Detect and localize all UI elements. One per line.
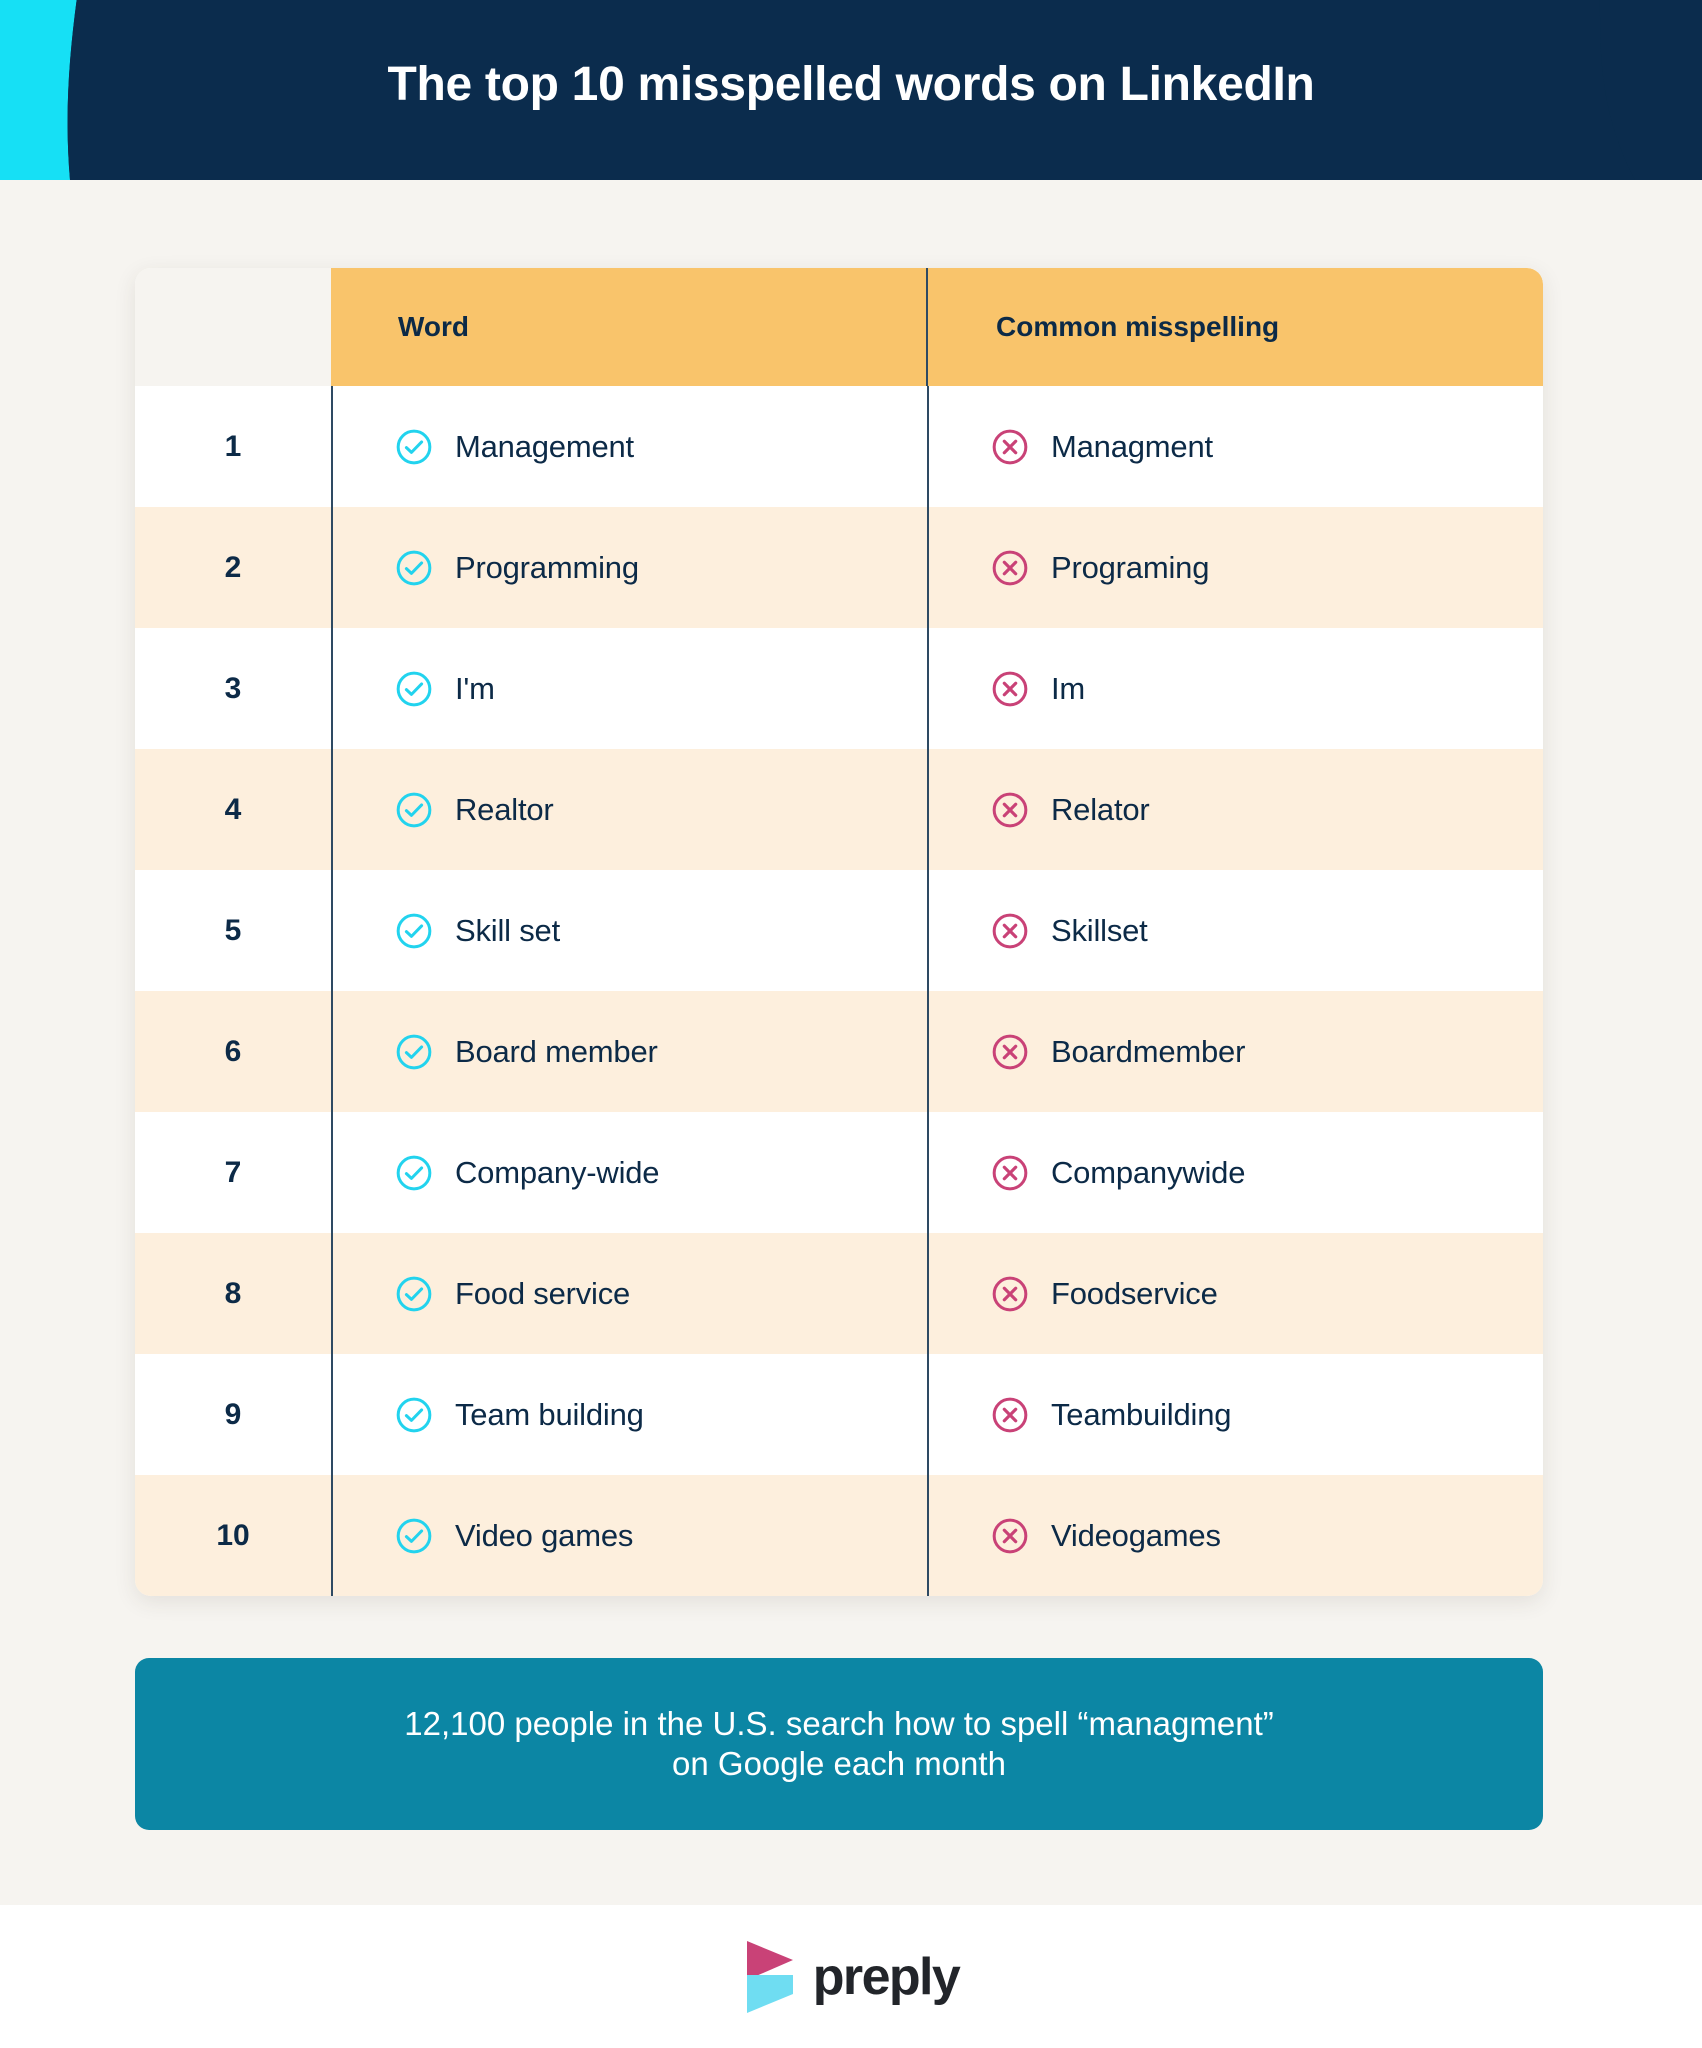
x-circle-icon <box>992 1397 1028 1432</box>
row-word-label: Company-wide <box>455 1154 660 1190</box>
row-word-label: Board member <box>455 1033 658 1069</box>
row-misspelling-label: Teambuilding <box>1051 1396 1232 1432</box>
row-word-label: Skill set <box>455 912 561 948</box>
x-circle-icon <box>992 1155 1028 1190</box>
row-misspelling-label: Videogames <box>1051 1517 1221 1553</box>
x-circle-icon <box>992 1276 1028 1311</box>
row-word-label: Food service <box>455 1275 631 1311</box>
table-row: 2 Programming Programing <box>135 507 1543 628</box>
row-word-label: I'm <box>455 670 495 706</box>
check-circle-icon <box>396 913 432 948</box>
x-circle-icon <box>992 913 1028 948</box>
row-rank: 7 <box>224 1155 242 1189</box>
row-misspelling-label: Boardmember <box>1051 1033 1246 1069</box>
row-rank: 3 <box>224 671 242 705</box>
misspelled-words-table: Word Common misspelling 1 Management Manag… <box>135 268 1543 1596</box>
row-misspelling-cell: Programing <box>929 507 1543 628</box>
preply-play-mark-icon <box>746 1940 793 2013</box>
table-row: 10 Video games Videogames <box>135 1475 1543 1596</box>
check-circle-icon <box>396 1034 432 1069</box>
row-misspelling-cell: Relator <box>929 749 1543 870</box>
row-rank: 2 <box>224 550 242 584</box>
row-word-cell: Realtor <box>331 749 929 870</box>
row-misspelling-cell: Boardmember <box>929 991 1543 1112</box>
infographic-page: The top 10 misspelled words on LinkedIn … <box>0 0 1702 2048</box>
x-circle-icon <box>992 429 1028 464</box>
row-rank: 9 <box>224 1397 242 1431</box>
row-word-cell: Video games <box>331 1475 929 1596</box>
row-word-label: Management <box>455 428 634 464</box>
x-circle-icon <box>992 1518 1028 1553</box>
row-misspelling-label: Skillset <box>1051 912 1148 948</box>
row-word-label: Programming <box>455 549 639 585</box>
x-circle-icon <box>992 1034 1028 1069</box>
row-misspelling-label: Relator <box>1051 791 1150 827</box>
row-word-label: Video games <box>455 1517 634 1553</box>
preply-wordmark: preply <box>812 1947 961 2006</box>
row-rank: 5 <box>224 913 242 947</box>
row-misspelling-cell: Videogames <box>929 1475 1543 1596</box>
row-misspelling-label: Programing <box>1051 549 1210 585</box>
row-word-cell: Management <box>331 386 929 507</box>
row-misspelling-label: Foodservice <box>1051 1275 1218 1311</box>
row-word-cell: Team building <box>331 1354 929 1475</box>
footer-bar: preply <box>0 1905 1702 2048</box>
table-header-spacer <box>135 268 331 386</box>
row-misspelling-label: Managment <box>1051 428 1213 464</box>
row-rank: 1 <box>224 429 242 463</box>
check-circle-icon <box>396 671 432 706</box>
callout-line-2: on Google each month <box>672 1745 1006 1782</box>
table-row: 6 Board member Boardmember <box>135 991 1543 1112</box>
row-misspelling-cell: Companywide <box>929 1112 1543 1233</box>
x-circle-icon <box>992 671 1028 706</box>
stat-callout-banner: 12,100 people in the U.S. search how to … <box>135 1658 1543 1830</box>
row-word-cell: I'm <box>331 628 929 749</box>
row-rank: 6 <box>224 1034 242 1068</box>
header-banner: The top 10 misspelled words on LinkedIn <box>0 0 1702 180</box>
table-header-row: Word Common misspelling <box>330 268 1543 386</box>
table-row: 8 Food service Foodservice <box>135 1233 1543 1354</box>
x-circle-icon <box>992 792 1028 827</box>
table-row: 4 Realtor Relator <box>135 749 1543 870</box>
row-word-label: Realtor <box>455 791 554 827</box>
check-circle-icon <box>396 1155 432 1190</box>
callout-text: 12,100 people in the U.S. search how to … <box>404 1704 1274 1785</box>
row-word-cell: Company-wide <box>331 1112 929 1233</box>
x-circle-icon <box>992 550 1028 585</box>
check-circle-icon <box>396 550 432 585</box>
row-rank: 4 <box>224 792 242 826</box>
column-header-word: Word <box>330 268 928 386</box>
row-misspelling-cell: Foodservice <box>929 1233 1543 1354</box>
check-circle-icon <box>396 429 432 464</box>
row-rank: 8 <box>224 1276 242 1310</box>
check-circle-icon <box>396 1518 432 1553</box>
row-misspelling-label: Companywide <box>1051 1154 1246 1190</box>
check-circle-icon <box>396 1276 432 1311</box>
table-row: 3 I'm Im <box>135 628 1543 749</box>
callout-line-1: 12,100 people in the U.S. search how to … <box>404 1704 1274 1742</box>
column-header-misspelling: Common misspelling <box>996 311 1280 342</box>
row-word-label: Team building <box>455 1396 644 1432</box>
table-row: 5 Skill set Skillset <box>135 870 1543 991</box>
table-row: 1 Management Managment <box>135 386 1543 507</box>
row-word-cell: Programming <box>331 507 929 628</box>
row-misspelling-cell: Teambuilding <box>929 1354 1543 1475</box>
preply-logo[interactable]: preply <box>743 1939 961 2015</box>
page-title: The top 10 misspelled words on LinkedIn <box>387 57 1315 111</box>
row-word-cell: Skill set <box>331 870 929 991</box>
table-row: 9 Team building Teambuilding <box>135 1354 1543 1475</box>
table-body: 1 Management Managment 2 Programming Programi… <box>135 386 1543 1596</box>
check-circle-icon <box>396 1397 432 1432</box>
table-row: 7 Company-wide Companywide <box>135 1112 1543 1233</box>
row-misspelling-cell: Im <box>929 628 1543 749</box>
row-word-cell: Board member <box>331 991 929 1112</box>
row-misspelling-label: Im <box>1051 670 1086 706</box>
row-rank: 10 <box>216 1518 250 1552</box>
check-circle-icon <box>396 792 432 827</box>
row-misspelling-cell: Managment <box>929 386 1543 507</box>
row-word-cell: Food service <box>331 1233 929 1354</box>
row-misspelling-cell: Skillset <box>929 870 1543 991</box>
